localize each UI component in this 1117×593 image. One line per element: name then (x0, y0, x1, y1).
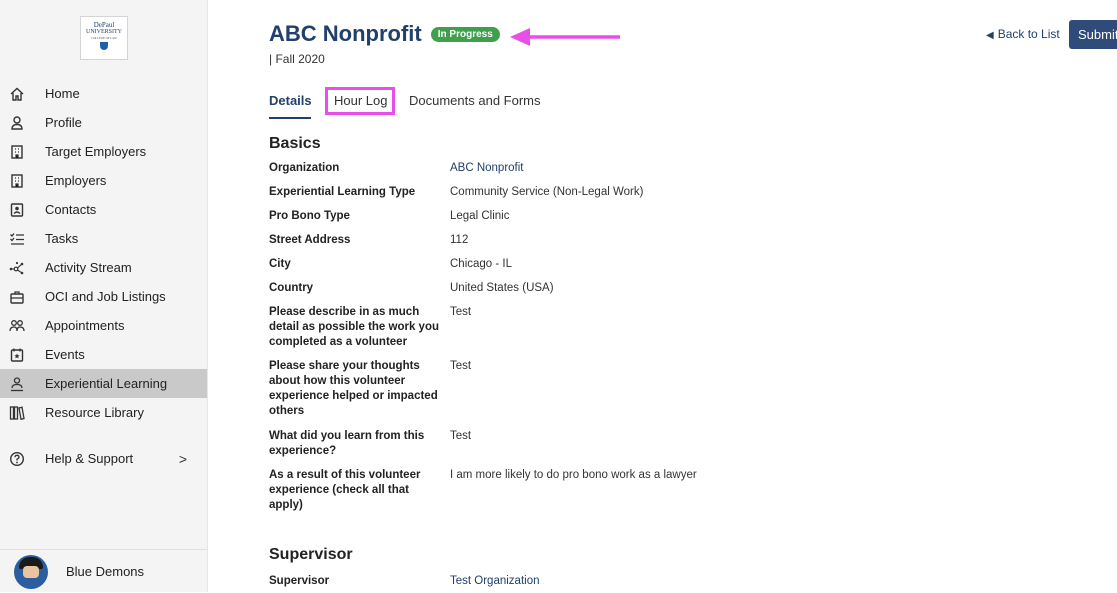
field-value: Test (450, 430, 472, 442)
tab-details[interactable]: Details (269, 93, 312, 108)
building-icon (9, 173, 25, 189)
field-label: Organization (269, 162, 340, 174)
logo-line: UNIVERSITY (86, 29, 122, 35)
sidebar-item-contacts[interactable]: Contacts (0, 195, 207, 224)
sidebar-item-label: Profile (45, 115, 82, 130)
main-content: ABC Nonprofit In Progress | Fall 2020 ◀ B… (207, 0, 1117, 592)
sidebar-item-resource-library[interactable]: Resource Library (0, 398, 207, 427)
chevron-left-icon: ◀ (986, 30, 994, 41)
sidebar-item-appointments[interactable]: Appointments (0, 311, 207, 340)
section-title-supervisor: Supervisor (269, 546, 353, 563)
sidebar-item-experiential-learning[interactable]: Experiential Learning (0, 369, 207, 398)
help-icon (9, 451, 25, 467)
sidebar-item-label: Target Employers (45, 144, 147, 159)
tab-hour-log[interactable]: Hour Log (334, 93, 387, 108)
field-value: Community Service (Non-Legal Work) (450, 186, 644, 198)
checklist-icon (9, 231, 25, 247)
field-value: Chicago - IL (450, 258, 513, 270)
field-label: Please share your thoughts about how thi… (269, 360, 438, 417)
field-label: Supervisor (269, 575, 330, 587)
field-label: Please describe in as much detail as pos… (269, 306, 439, 348)
tab-documents-forms[interactable]: Documents and Forms (409, 93, 541, 108)
back-link-label: Back to List (997, 27, 1060, 41)
sidebar-item-label: Help & Support (45, 451, 134, 466)
page-header: ABC Nonprofit In Progress (269, 21, 500, 47)
field-label: Street Address (269, 234, 351, 246)
avatar (14, 554, 48, 589)
section-title-basics: Basics (269, 135, 321, 152)
field-value: I am more likely to do pro bono work as … (450, 469, 697, 481)
calendar-star-icon (9, 347, 25, 363)
field-value: Test (450, 306, 472, 318)
field-value: 112 (450, 234, 469, 246)
status-badge: In Progress (430, 26, 500, 42)
avatar-face (23, 565, 39, 578)
briefcase-icon (9, 289, 25, 305)
field-label: Experiential Learning Type (269, 186, 416, 198)
annotation-arrow-icon (510, 28, 620, 46)
sidebar-item-help-support[interactable]: Help & Support > (0, 444, 207, 473)
building-icon (9, 144, 25, 160)
field-value: Test (450, 360, 472, 372)
logo-line: COLLEGE OF LAW (91, 36, 117, 40)
chevron-right-icon: > (178, 450, 187, 467)
logo-line: DePaul (93, 21, 115, 29)
people-icon (9, 318, 25, 334)
term-subtitle: | Fall 2020 (269, 52, 325, 66)
sidebar-item-label: Appointments (45, 318, 125, 333)
page-title: ABC Nonprofit (269, 21, 422, 46)
home-icon (9, 86, 25, 102)
back-to-list-link[interactable]: ◀ Back to List (986, 27, 1060, 41)
university-logo[interactable]: DePaul UNIVERSITY COLLEGE OF LAW (80, 16, 128, 60)
sidebar-item-tasks[interactable]: Tasks (0, 224, 207, 253)
supervisor-link[interactable]: Test Organization (450, 574, 540, 589)
sidebar-item-label: Events (45, 347, 85, 362)
field-label: What did you learn from this experience? (269, 430, 425, 457)
sidebar-item-activity-stream[interactable]: Activity Stream (0, 253, 207, 282)
sidebar-item-label: Contacts (45, 202, 97, 217)
sidebar-item-profile[interactable]: Profile (0, 108, 207, 137)
sidebar-item-label: Home (45, 86, 80, 101)
field-label: As a result of this volunteer experience… (269, 469, 421, 511)
sidebar-item-label: OCI and Job Listings (45, 289, 166, 304)
sidebar-item-label: Experiential Learning (45, 376, 168, 391)
sidebar-item-label: Employers (45, 173, 107, 188)
active-tab-indicator (269, 117, 311, 119)
field-value: Legal Clinic (450, 210, 510, 222)
field-value: United States (USA) (450, 282, 554, 294)
contact-card-icon (9, 202, 25, 218)
sidebar-item-employers[interactable]: Employers (0, 166, 207, 195)
shield-icon (100, 42, 108, 50)
user-profile[interactable]: Blue Demons (0, 549, 207, 593)
profile-icon (9, 115, 25, 131)
sidebar-item-label: Activity Stream (45, 260, 132, 275)
sidebar-nav: Home Profile Target Employers Employers … (0, 79, 207, 473)
field-label: City (269, 258, 291, 270)
sidebar-item-label: Resource Library (45, 405, 144, 420)
submit-button[interactable]: Submit (1069, 20, 1117, 49)
sidebar-item-home[interactable]: Home (0, 79, 207, 108)
library-icon (9, 405, 25, 421)
network-icon (9, 260, 25, 276)
sidebar-item-label: Tasks (45, 231, 79, 246)
sidebar: DePaul UNIVERSITY COLLEGE OF LAW Home Pr… (0, 0, 208, 592)
organization-link[interactable]: ABC Nonprofit (450, 161, 524, 176)
sidebar-item-events[interactable]: Events (0, 340, 207, 369)
field-label: Pro Bono Type (269, 210, 350, 222)
user-name: Blue Demons (66, 564, 145, 579)
sidebar-item-oci-job-listings[interactable]: OCI and Job Listings (0, 282, 207, 311)
sidebar-item-target-employers[interactable]: Target Employers (0, 137, 207, 166)
field-label: Country (269, 282, 314, 294)
learner-icon (9, 376, 25, 392)
